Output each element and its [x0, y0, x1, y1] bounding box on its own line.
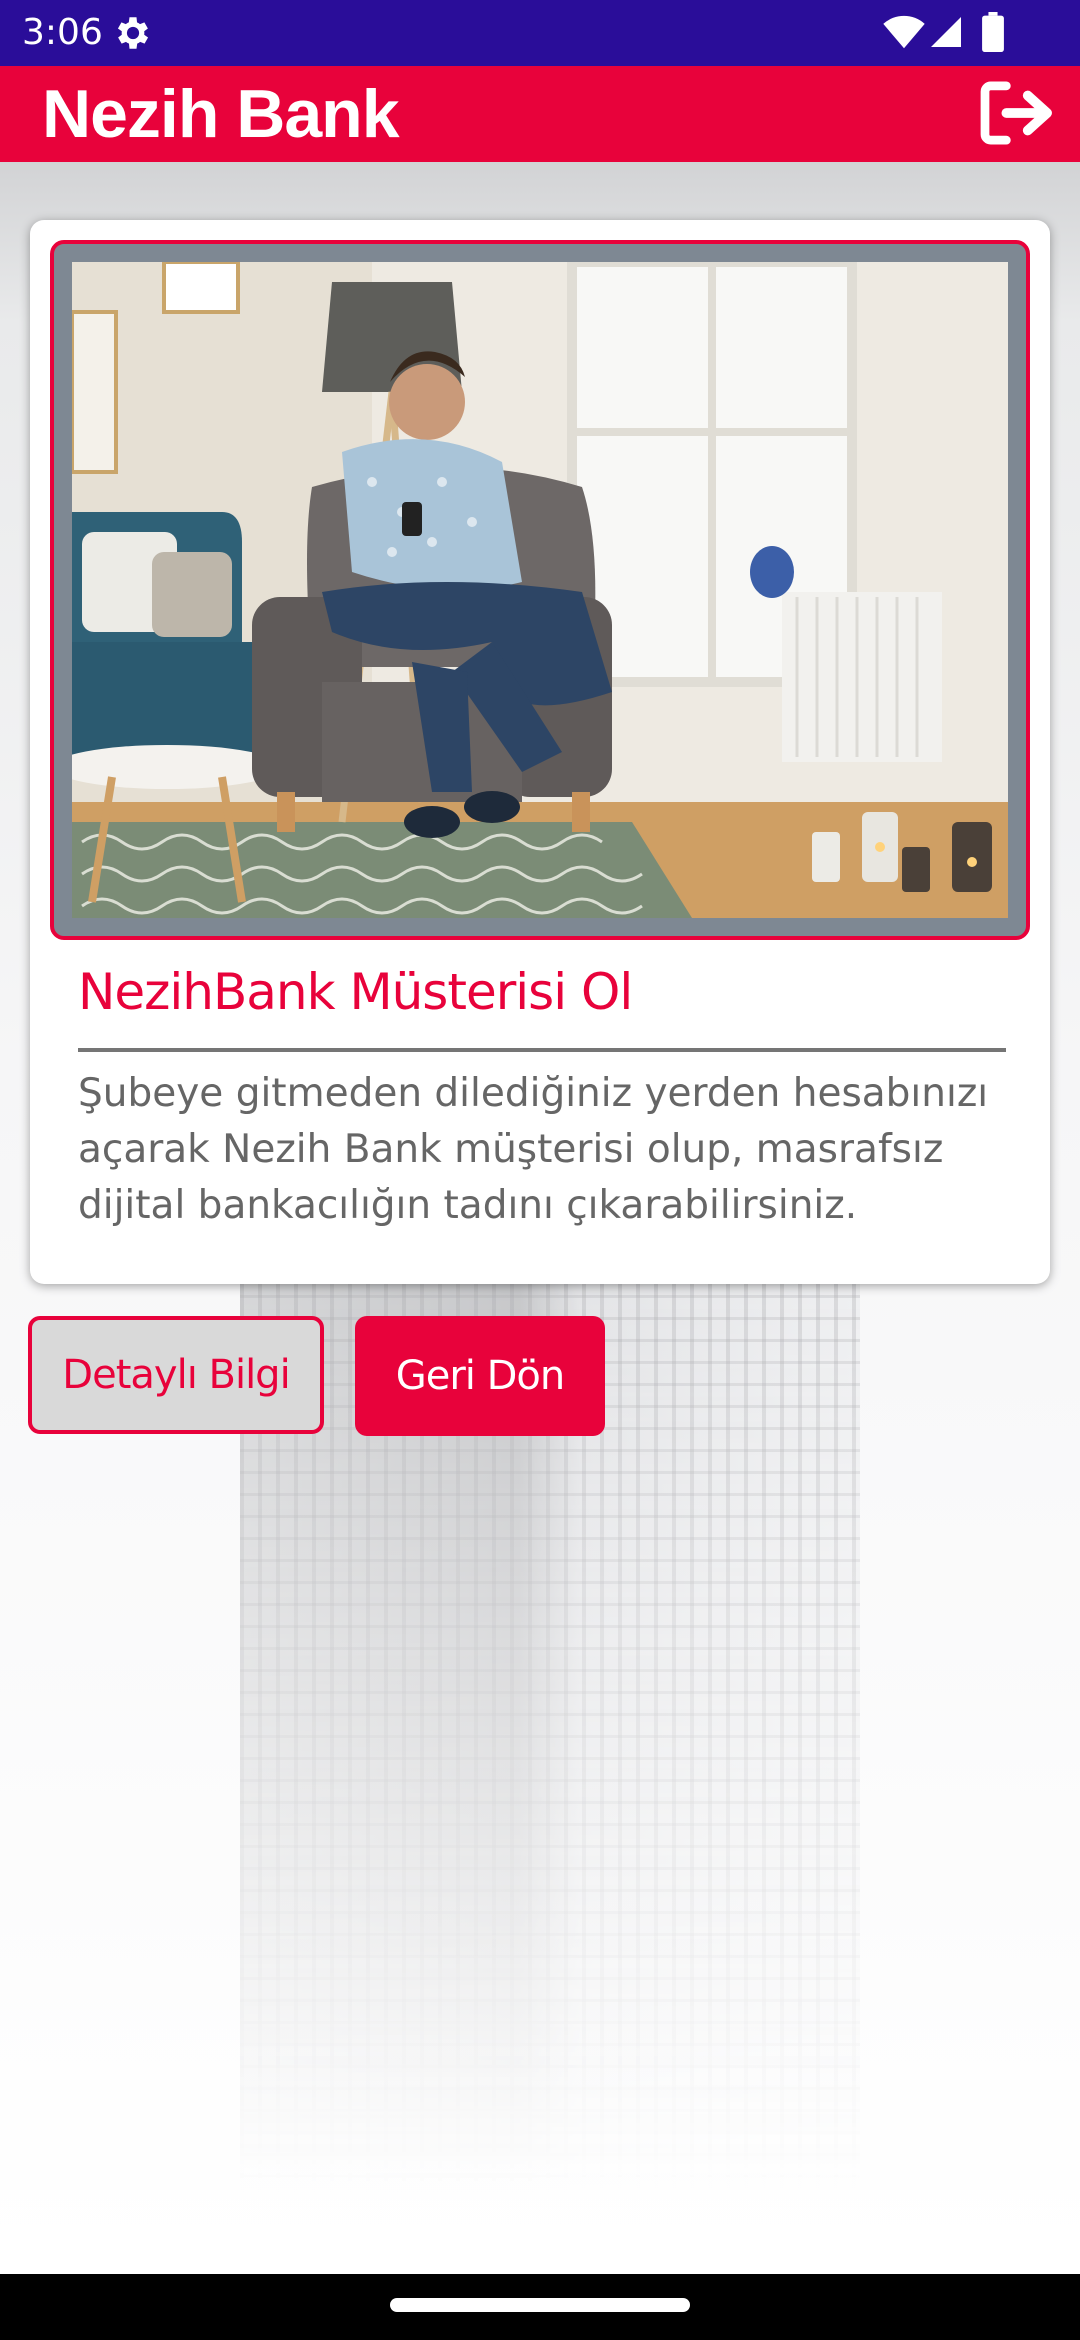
image-frame	[50, 240, 1030, 940]
settings-gear-icon	[117, 17, 149, 49]
home-indicator[interactable]	[390, 2298, 690, 2312]
card-title: NezihBank Müsterisi Ol	[78, 963, 633, 1021]
status-time: 3:06	[22, 12, 103, 53]
wifi-icon	[883, 15, 925, 49]
logout-icon[interactable]	[978, 80, 1058, 146]
hero-photo	[72, 262, 1008, 918]
app-bar: Nezih Bank	[0, 66, 1080, 162]
cell-signal-icon	[931, 17, 961, 47]
status-bar: 3:06	[0, 0, 1080, 66]
card-divider	[78, 1048, 1006, 1052]
detail-info-button[interactable]: Detaylı Bilgi	[28, 1316, 324, 1434]
navigation-bar	[0, 2274, 1080, 2340]
app-title: Nezih Bank	[42, 76, 400, 152]
card-description: Şubeye gitmeden dilediğiniz yerden hesab…	[78, 1071, 989, 1228]
battery-icon	[982, 12, 1004, 52]
man-on-armchair-with-phone-photo	[72, 262, 1008, 918]
promo-card: NezihBank Müsterisi Ol Şubeye gitmeden d…	[30, 220, 1050, 1284]
go-back-button[interactable]: Geri Dön	[355, 1316, 605, 1436]
